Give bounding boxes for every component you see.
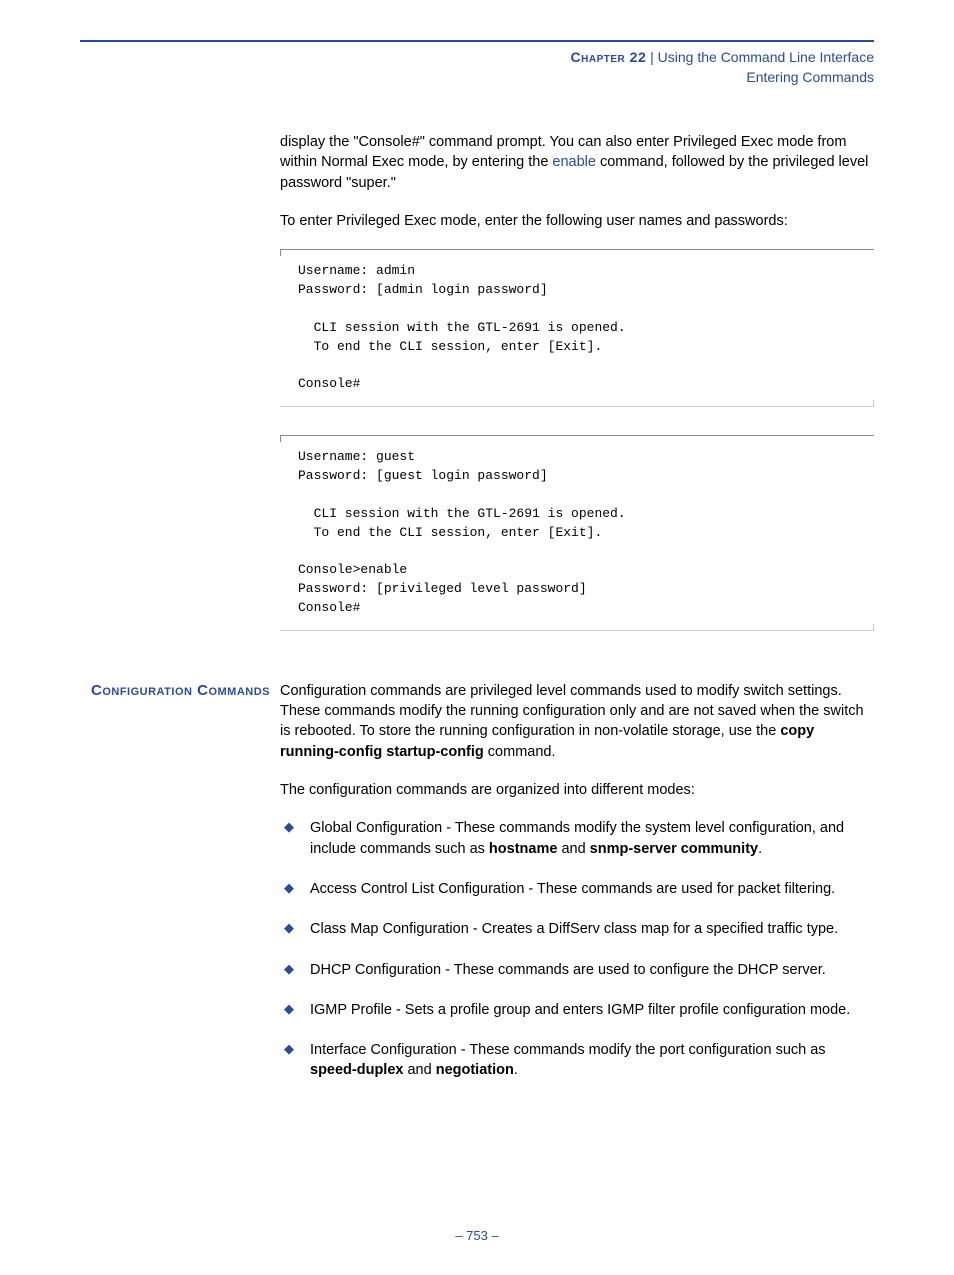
page-header: Chapter 22 | Using the Command Line Inte…	[80, 48, 874, 87]
li-text: Access Control List Configuration - Thes…	[310, 881, 835, 897]
list-item: Access Control List Configuration - Thes…	[280, 879, 874, 899]
page: Chapter 22 | Using the Command Line Inte…	[0, 40, 954, 1275]
intro-para-2: To enter Privileged Exec mode, enter the…	[280, 211, 874, 231]
config-commands-section: Configuration Commands Configuration com…	[80, 681, 874, 1101]
li-tail: .	[758, 841, 762, 857]
li-text: IGMP Profile - Sets a profile group and …	[310, 1002, 850, 1018]
section-para-2: The configuration commands are organized…	[280, 780, 874, 800]
chapter-title: Using the Command Line Interface	[658, 49, 874, 65]
page-footer: – 753 –	[0, 1227, 954, 1245]
header-line-1: Chapter 22 | Using the Command Line Inte…	[80, 48, 874, 68]
config-modes-list: Global Configuration - These commands mo…	[280, 818, 874, 1080]
li-mid: and	[557, 841, 589, 857]
section-body: Configuration commands are privileged le…	[280, 681, 874, 1101]
li-bold2: snmp-server community	[590, 841, 758, 857]
section-para-1: Configuration commands are privileged le…	[280, 681, 874, 762]
list-item: Class Map Configuration - Creates a Diff…	[280, 919, 874, 939]
chapter-label: Chapter 22	[571, 49, 647, 65]
li-bold: hostname	[489, 841, 558, 857]
header-rule	[80, 40, 874, 42]
li-tail: .	[514, 1062, 518, 1078]
side-heading: Configuration Commands	[80, 681, 280, 701]
list-item: Interface Configuration - These commands…	[280, 1040, 874, 1081]
li-mid: and	[403, 1062, 435, 1078]
li-bold: speed-duplex	[310, 1062, 403, 1078]
sec-p1-c: command.	[484, 744, 556, 760]
li-text: Class Map Configuration - Creates a Diff…	[310, 921, 838, 937]
code-block-guest: Username: guest Password: [guest login p…	[280, 435, 874, 631]
header-subtitle: Entering Commands	[80, 68, 874, 88]
list-item: DHCP Configuration - These commands are …	[280, 960, 874, 980]
sec-p1-a: Configuration commands are privileged le…	[280, 683, 864, 740]
intro-block: display the "Console#" command prompt. Y…	[280, 132, 874, 631]
li-text: Interface Configuration - These commands…	[310, 1042, 826, 1058]
list-item: Global Configuration - These commands mo…	[280, 818, 874, 859]
page-number: – 753 –	[455, 1228, 498, 1243]
content: display the "Console#" command prompt. Y…	[80, 132, 874, 1101]
enable-link[interactable]: enable	[552, 154, 596, 170]
list-item: IGMP Profile - Sets a profile group and …	[280, 1000, 874, 1020]
header-sep: |	[646, 49, 657, 65]
li-bold2: negotiation	[436, 1062, 514, 1078]
code-block-admin: Username: admin Password: [admin login p…	[280, 249, 874, 407]
intro-para-1: display the "Console#" command prompt. Y…	[280, 132, 874, 193]
li-text: DHCP Configuration - These commands are …	[310, 962, 826, 978]
